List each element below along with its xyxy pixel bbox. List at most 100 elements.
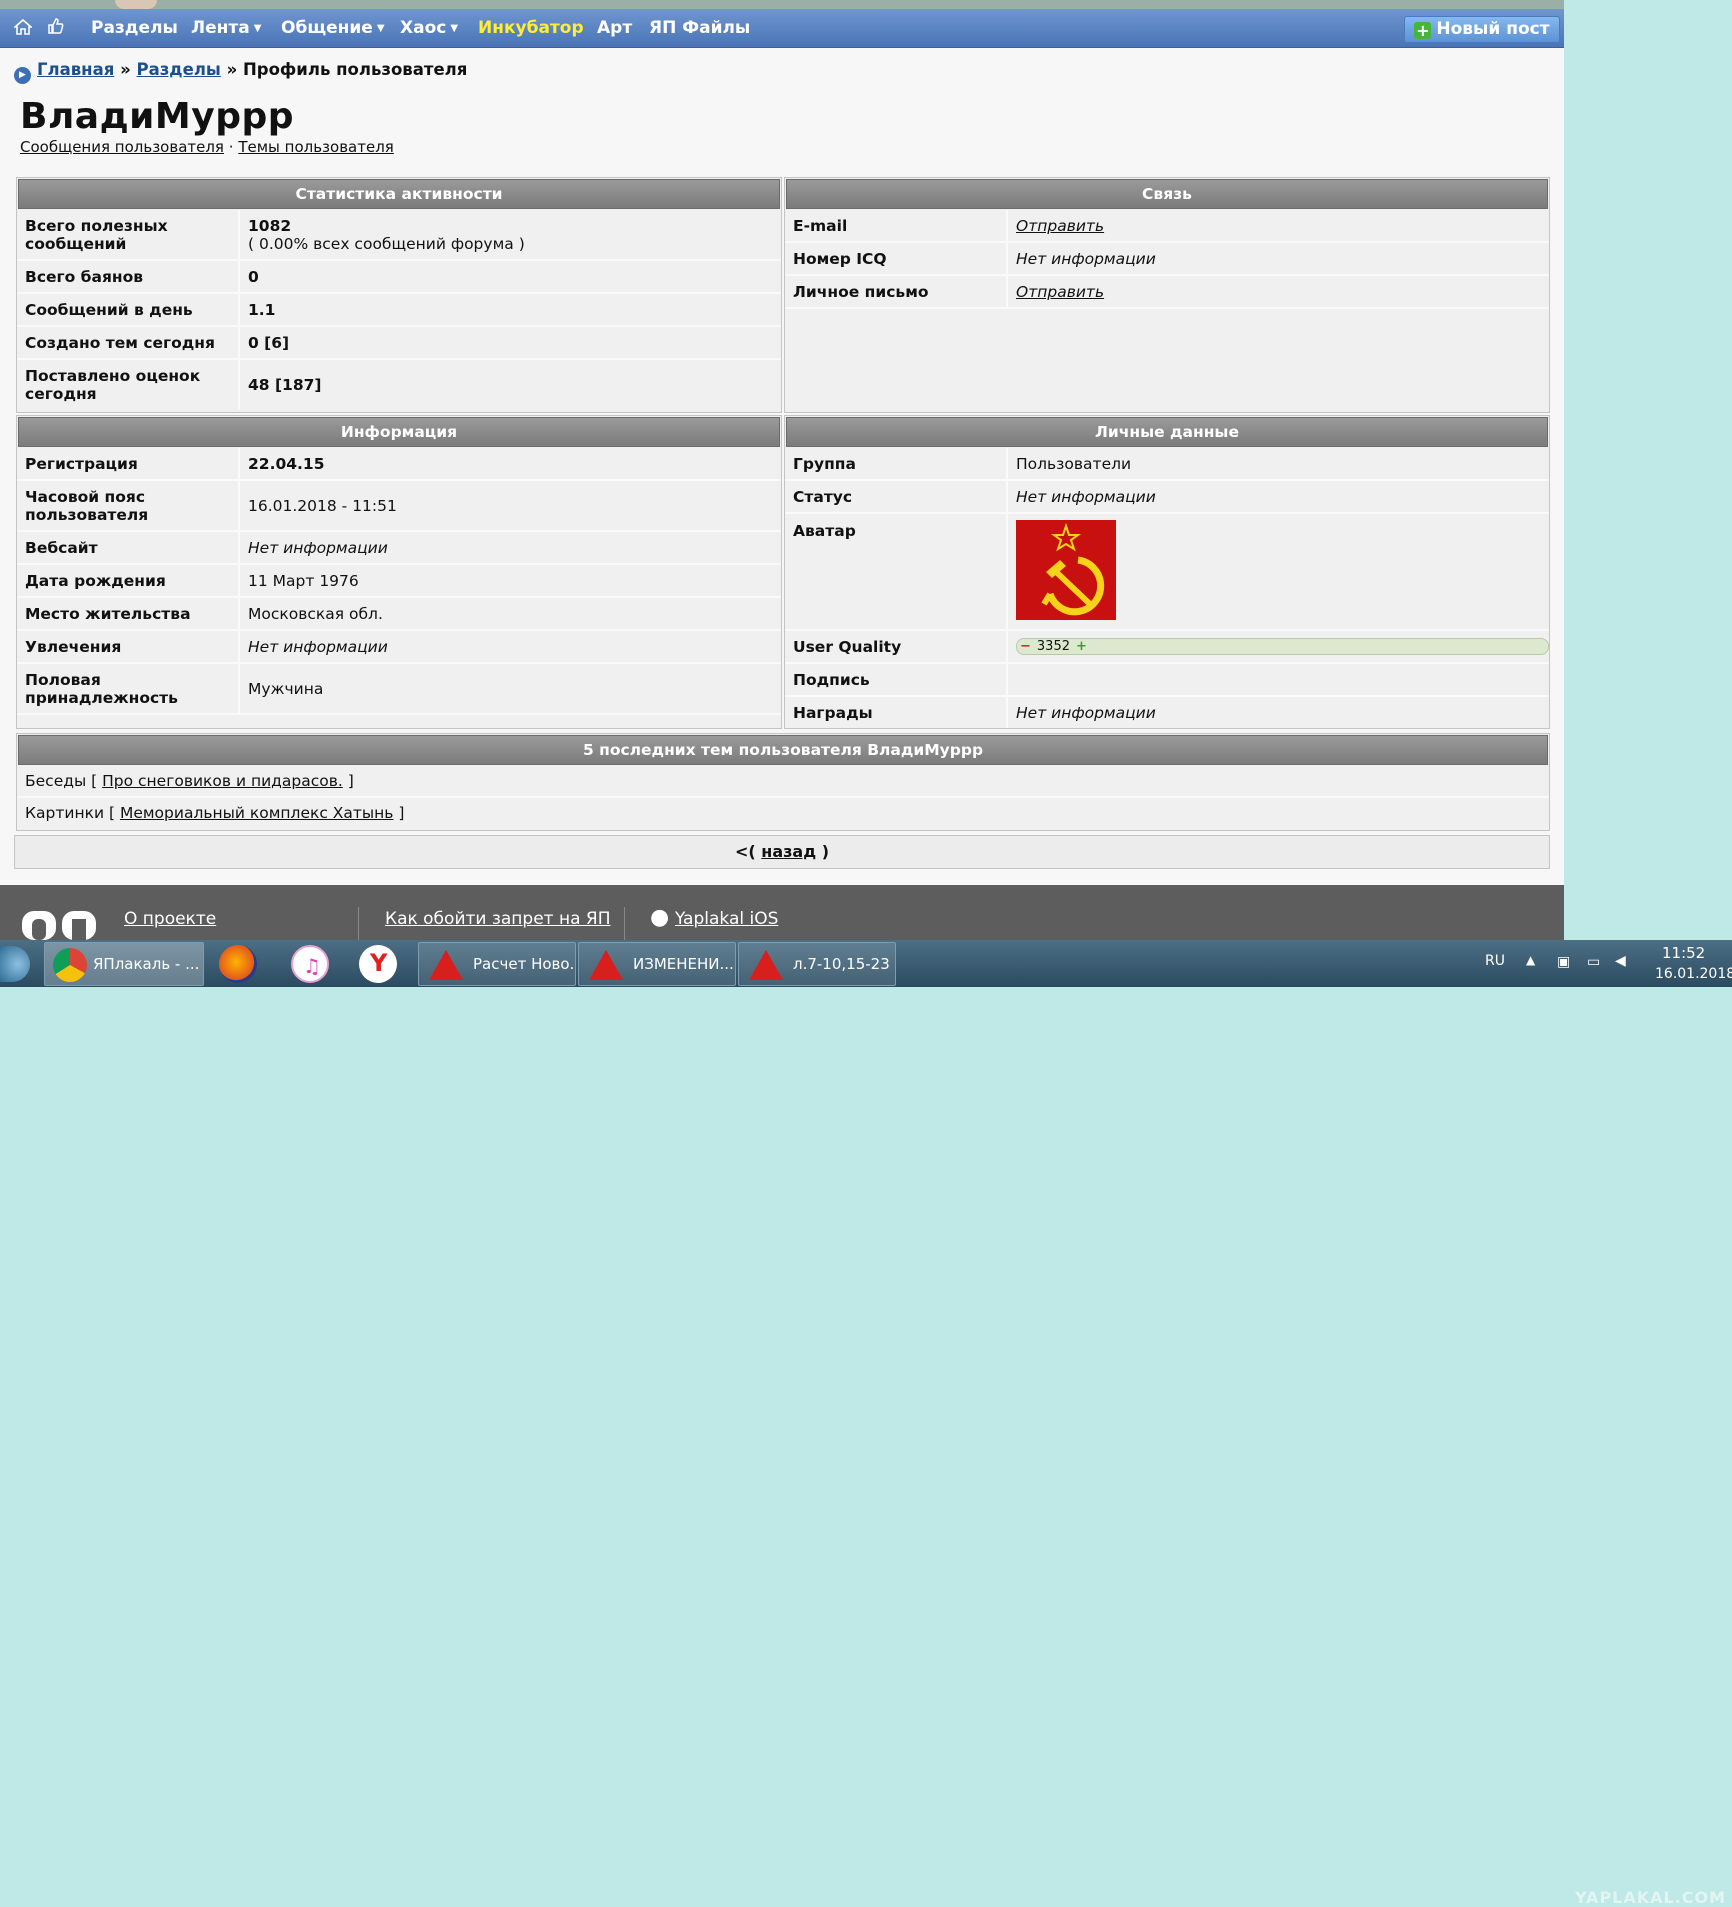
topic-link[interactable]: Про снеговиков и пидарасов.: [102, 772, 343, 790]
nav-communication[interactable]: Общение ▼: [281, 9, 385, 47]
breadcrumb-separator: »: [120, 60, 131, 79]
taskbar-window-label: л.7-10,15-23 ...: [793, 955, 895, 973]
taskbar-window-label: ИЗМЕНЕНИ...: [633, 955, 734, 973]
stats-header: Статистика активности: [18, 179, 780, 209]
stat-value: 0: [238, 261, 781, 292]
yandex-browser-icon[interactable]: Y: [359, 945, 397, 983]
chrome-icon: [53, 947, 87, 982]
nav-files[interactable]: ЯП Файлы: [649, 9, 750, 47]
topic-section: Беседы: [25, 772, 87, 790]
yaplakal-logo: [22, 911, 96, 940]
vote-down-button[interactable]: −: [1020, 638, 1031, 656]
stats-panel: Статистика активности Всего полезных соо…: [16, 177, 782, 413]
stat-value: 0 [6]: [238, 327, 781, 358]
nav-art[interactable]: Арт: [597, 9, 632, 47]
list-item: Беседы [ Про снеговиков и пидарасов. ]: [17, 766, 1549, 798]
info-label: Регистрация: [25, 454, 138, 473]
breadcrumb-sections-link[interactable]: Разделы: [136, 60, 220, 79]
info-row: Место жительства Московская обл.: [17, 598, 781, 631]
footer-bypass-link[interactable]: Как обойти запрет на ЯП: [385, 909, 611, 929]
nav-chaos[interactable]: Хаос ▼: [400, 9, 458, 47]
info-header: Информация: [18, 417, 780, 447]
taskbar-chrome-window[interactable]: ЯПлакаль - ...: [44, 942, 204, 986]
send-pm-link[interactable]: Отправить: [1016, 283, 1549, 301]
bracket: ]: [398, 804, 405, 822]
contact-label: E-mail: [793, 216, 848, 235]
personal-row: Статус Нет информации: [785, 481, 1549, 514]
windows-start-icon[interactable]: [0, 946, 30, 982]
breadcrumb-home-link[interactable]: Главная: [37, 60, 114, 79]
taskbar-chrome-label: ЯПлакаль - ...: [93, 955, 200, 973]
autocad-icon: [429, 949, 463, 980]
personal-value: [1006, 514, 1549, 629]
footer-divider: [358, 907, 359, 940]
contact-row: Номер ICQ Нет информации: [785, 243, 1549, 276]
taskbar-autocad-window-2[interactable]: ИЗМЕНЕНИ...: [578, 942, 736, 986]
personal-row: Аватар: [785, 514, 1549, 631]
new-post-button[interactable]: + Новый пост: [1404, 16, 1560, 43]
user-topics-link[interactable]: Темы пользователя: [238, 138, 394, 156]
network-icon[interactable]: ▣: [1557, 954, 1570, 970]
taskbar-window-label: Расчет Ново...: [473, 955, 576, 973]
vote-up-button[interactable]: +: [1076, 638, 1087, 656]
personal-row: User Quality −3352 +: [785, 631, 1549, 664]
footer: О проекте Как обойти запрет на ЯП ● Yapl…: [0, 885, 1564, 940]
user-links: Сообщения пользователя · Темы пользовате…: [20, 138, 394, 156]
send-email-link[interactable]: Отправить: [1016, 217, 1549, 235]
topic-link[interactable]: Мемориальный комплекс Хатынь: [120, 804, 394, 822]
itunes-icon[interactable]: ♫: [291, 945, 329, 983]
stat-row: Поставлено оценок сегодня 48 [187]: [17, 360, 781, 409]
info-value: Мужчина: [238, 664, 781, 713]
nav-sections[interactable]: Разделы: [91, 9, 178, 47]
autocad-icon: [589, 949, 623, 980]
personal-value: [1006, 664, 1549, 695]
personal-label: Подпись: [793, 670, 870, 689]
info-value: 16.01.2018 - 11:51: [238, 481, 781, 530]
link-separator: ·: [228, 138, 234, 156]
personal-row: Группа Пользователи: [785, 448, 1549, 481]
personal-value: Нет информации: [1006, 697, 1549, 728]
chevron-down-icon: ▼: [376, 23, 385, 34]
info-label: Увлечения: [25, 637, 122, 656]
apple-icon: ●: [650, 905, 670, 930]
nav-incubator[interactable]: Инкубатор: [478, 9, 584, 47]
chevron-up-icon[interactable]: ▲: [1526, 953, 1535, 967]
back-link[interactable]: назад: [761, 842, 816, 861]
stat-label: Всего полезных сообщений: [25, 216, 168, 253]
bracket: ]: [347, 772, 354, 790]
info-value: 22.04.15: [238, 448, 781, 479]
thumbs-up-icon[interactable]: [47, 9, 65, 47]
nav-feed-label: Лента: [191, 18, 250, 38]
personal-row: Награды Нет информации: [785, 697, 1549, 728]
home-icon[interactable]: [12, 9, 34, 47]
language-indicator[interactable]: RU: [1485, 953, 1505, 969]
back-suffix: ): [821, 842, 830, 861]
stat-label: Создано тем сегодня: [25, 333, 215, 352]
nav-feed[interactable]: Лента ▼: [191, 9, 261, 47]
info-label: Вебсайт: [25, 538, 98, 557]
taskbar-autocad-window-3[interactable]: л.7-10,15-23 ...: [738, 942, 896, 986]
chevron-down-icon: ▼: [253, 23, 262, 34]
info-row: Регистрация 22.04.15: [17, 448, 781, 481]
hammer-and-sickle-icon: [1041, 522, 1105, 616]
firefox-icon[interactable]: [219, 945, 257, 983]
monitor-icon[interactable]: ▭: [1587, 954, 1600, 970]
volume-icon[interactable]: ◀: [1615, 953, 1626, 969]
clock-date[interactable]: 16.01.2018: [1655, 966, 1732, 982]
footer-ios-link[interactable]: Yaplakal iOS: [675, 909, 778, 929]
page: Разделы Лента ▼ Общение ▼ Хаос ▼ Инкубатор …: [0, 0, 1564, 940]
clock-time[interactable]: 11:52: [1662, 944, 1705, 962]
info-row: Вебсайт Нет информации: [17, 532, 781, 565]
footer-about-link[interactable]: О проекте: [124, 909, 216, 929]
contact-panel: Связь E-mail Отправить Номер ICQ Нет инфор…: [784, 177, 1550, 413]
contact-value: Отправить: [1006, 210, 1549, 241]
contact-header: Связь: [786, 179, 1548, 209]
stat-value: 1.1: [238, 294, 781, 325]
info-row: Часовой пояс пользователя 16.01.2018 - 11…: [17, 481, 781, 532]
avatar[interactable]: [1016, 520, 1116, 620]
stat-label: Поставлено оценок сегодня: [25, 366, 201, 403]
user-messages-link[interactable]: Сообщения пользователя: [20, 138, 224, 156]
new-post-label: Новый пост: [1436, 19, 1550, 39]
taskbar-autocad-window-1[interactable]: Расчет Ново...: [418, 942, 576, 986]
info-panel: Информация Регистрация 22.04.15 Часовой п…: [16, 415, 782, 729]
